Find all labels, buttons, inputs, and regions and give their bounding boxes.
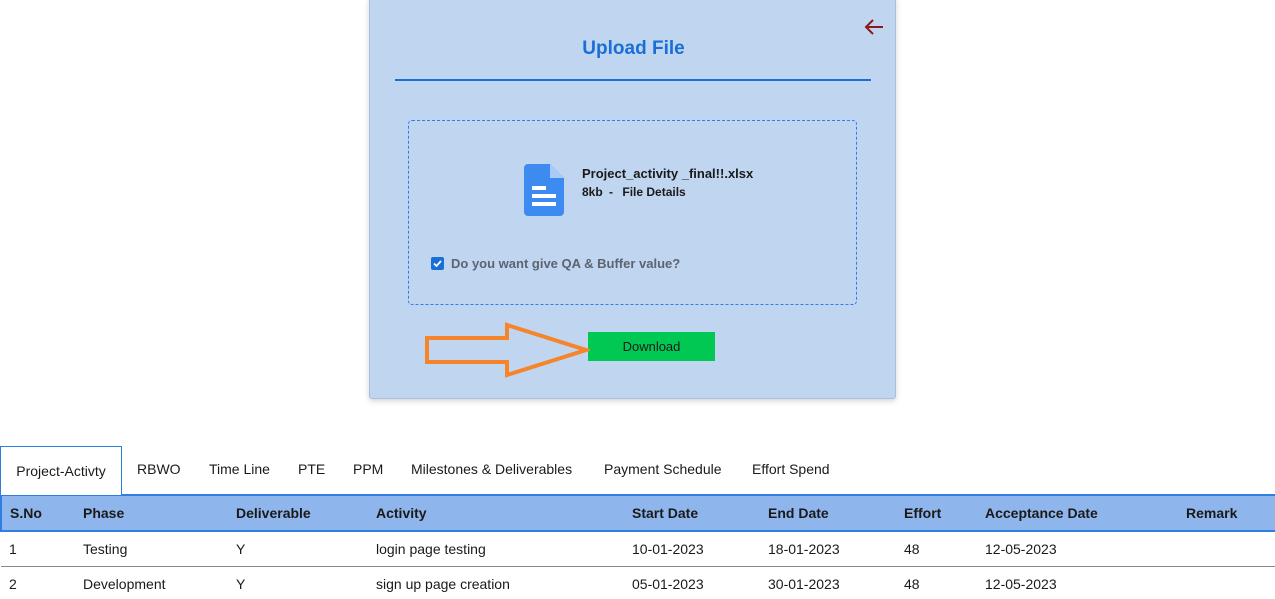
document-icon: [524, 164, 564, 216]
qa-buffer-label: Do you want give QA & Buffer value?: [451, 256, 681, 271]
cell-acceptance-date: 12-05-2023: [977, 531, 1178, 567]
file-meta-separator: -: [609, 185, 614, 199]
project-activity-table: S.No Phase Deliverable Activity Start Da…: [0, 494, 1275, 599]
cell-sno: 1: [1, 531, 75, 567]
cell-deliverable: Y: [228, 531, 368, 567]
orange-arrow-icon: [425, 322, 590, 378]
column-header: Effort: [896, 494, 977, 532]
check-icon: [433, 260, 442, 268]
column-header: End Date: [760, 494, 896, 532]
cell-deliverable: Y: [228, 566, 368, 599]
tab-milestones-deliverables[interactable]: Milestones & Deliverables: [411, 446, 572, 492]
page: Upload File Project_activity _final!!.xl…: [0, 0, 1275, 599]
tab-bar: Project-Activty RBWO Time Line PTE PPM M…: [0, 446, 1275, 495]
qa-buffer-checkbox[interactable]: [431, 257, 444, 270]
column-header: Remark: [1178, 494, 1275, 532]
file-meta: 8kb - File Details: [582, 185, 686, 199]
cell-remark: [1178, 531, 1275, 567]
cell-phase: Development: [75, 566, 228, 599]
column-header: Start Date: [624, 494, 760, 532]
qa-buffer-option: Do you want give QA & Buffer value?: [431, 256, 680, 271]
cell-sno: 2: [1, 566, 75, 599]
tab-time-line[interactable]: Time Line: [209, 446, 270, 492]
cell-start-date: 05-01-2023: [624, 566, 760, 599]
column-header: Phase: [75, 494, 228, 532]
tab-pte[interactable]: PTE: [298, 446, 325, 492]
column-header: Activity: [368, 494, 624, 532]
cell-activity: sign up page creation: [368, 566, 624, 599]
cell-end-date: 18-01-2023: [760, 531, 896, 567]
table-row[interactable]: 2 Development Y sign up page creation 05…: [1, 566, 1275, 599]
column-header: Deliverable: [228, 494, 368, 532]
column-header: Acceptance Date: [977, 494, 1178, 532]
file-name: Project_activity _final!!.xlsx: [582, 166, 754, 181]
tab-project-activity[interactable]: Project-Activty: [0, 446, 122, 495]
cell-phase: Testing: [75, 531, 228, 567]
cell-acceptance-date: 12-05-2023: [977, 566, 1178, 599]
file-drop-zone[interactable]: Project_activity _final!!.xlsx 8kb - Fil…: [408, 120, 857, 305]
cell-effort: 48: [896, 531, 977, 567]
download-button[interactable]: Download: [588, 332, 715, 361]
cell-start-date: 10-01-2023: [624, 531, 760, 567]
cell-end-date: 30-01-2023: [760, 566, 896, 599]
cell-activity: login page testing: [368, 531, 624, 567]
cell-remark: [1178, 566, 1275, 599]
column-header: S.No: [0, 494, 75, 532]
upload-title: Upload File: [582, 38, 685, 59]
file-details-link[interactable]: File Details: [622, 185, 685, 199]
tab-rbwo[interactable]: RBWO: [137, 446, 181, 492]
table-header-row: S.No Phase Deliverable Activity Start Da…: [0, 494, 1275, 532]
tab-ppm[interactable]: PPM: [353, 446, 383, 492]
file-size: 8kb: [582, 185, 603, 199]
cell-effort: 48: [896, 566, 977, 599]
title-divider: [395, 79, 871, 81]
tab-payment-schedule[interactable]: Payment Schedule: [604, 446, 722, 492]
tab-effort-spend[interactable]: Effort Spend: [752, 446, 830, 492]
arrow-left-icon[interactable]: [862, 15, 886, 39]
table-row[interactable]: 1 Testing Y login page testing 10-01-202…: [1, 531, 1275, 567]
